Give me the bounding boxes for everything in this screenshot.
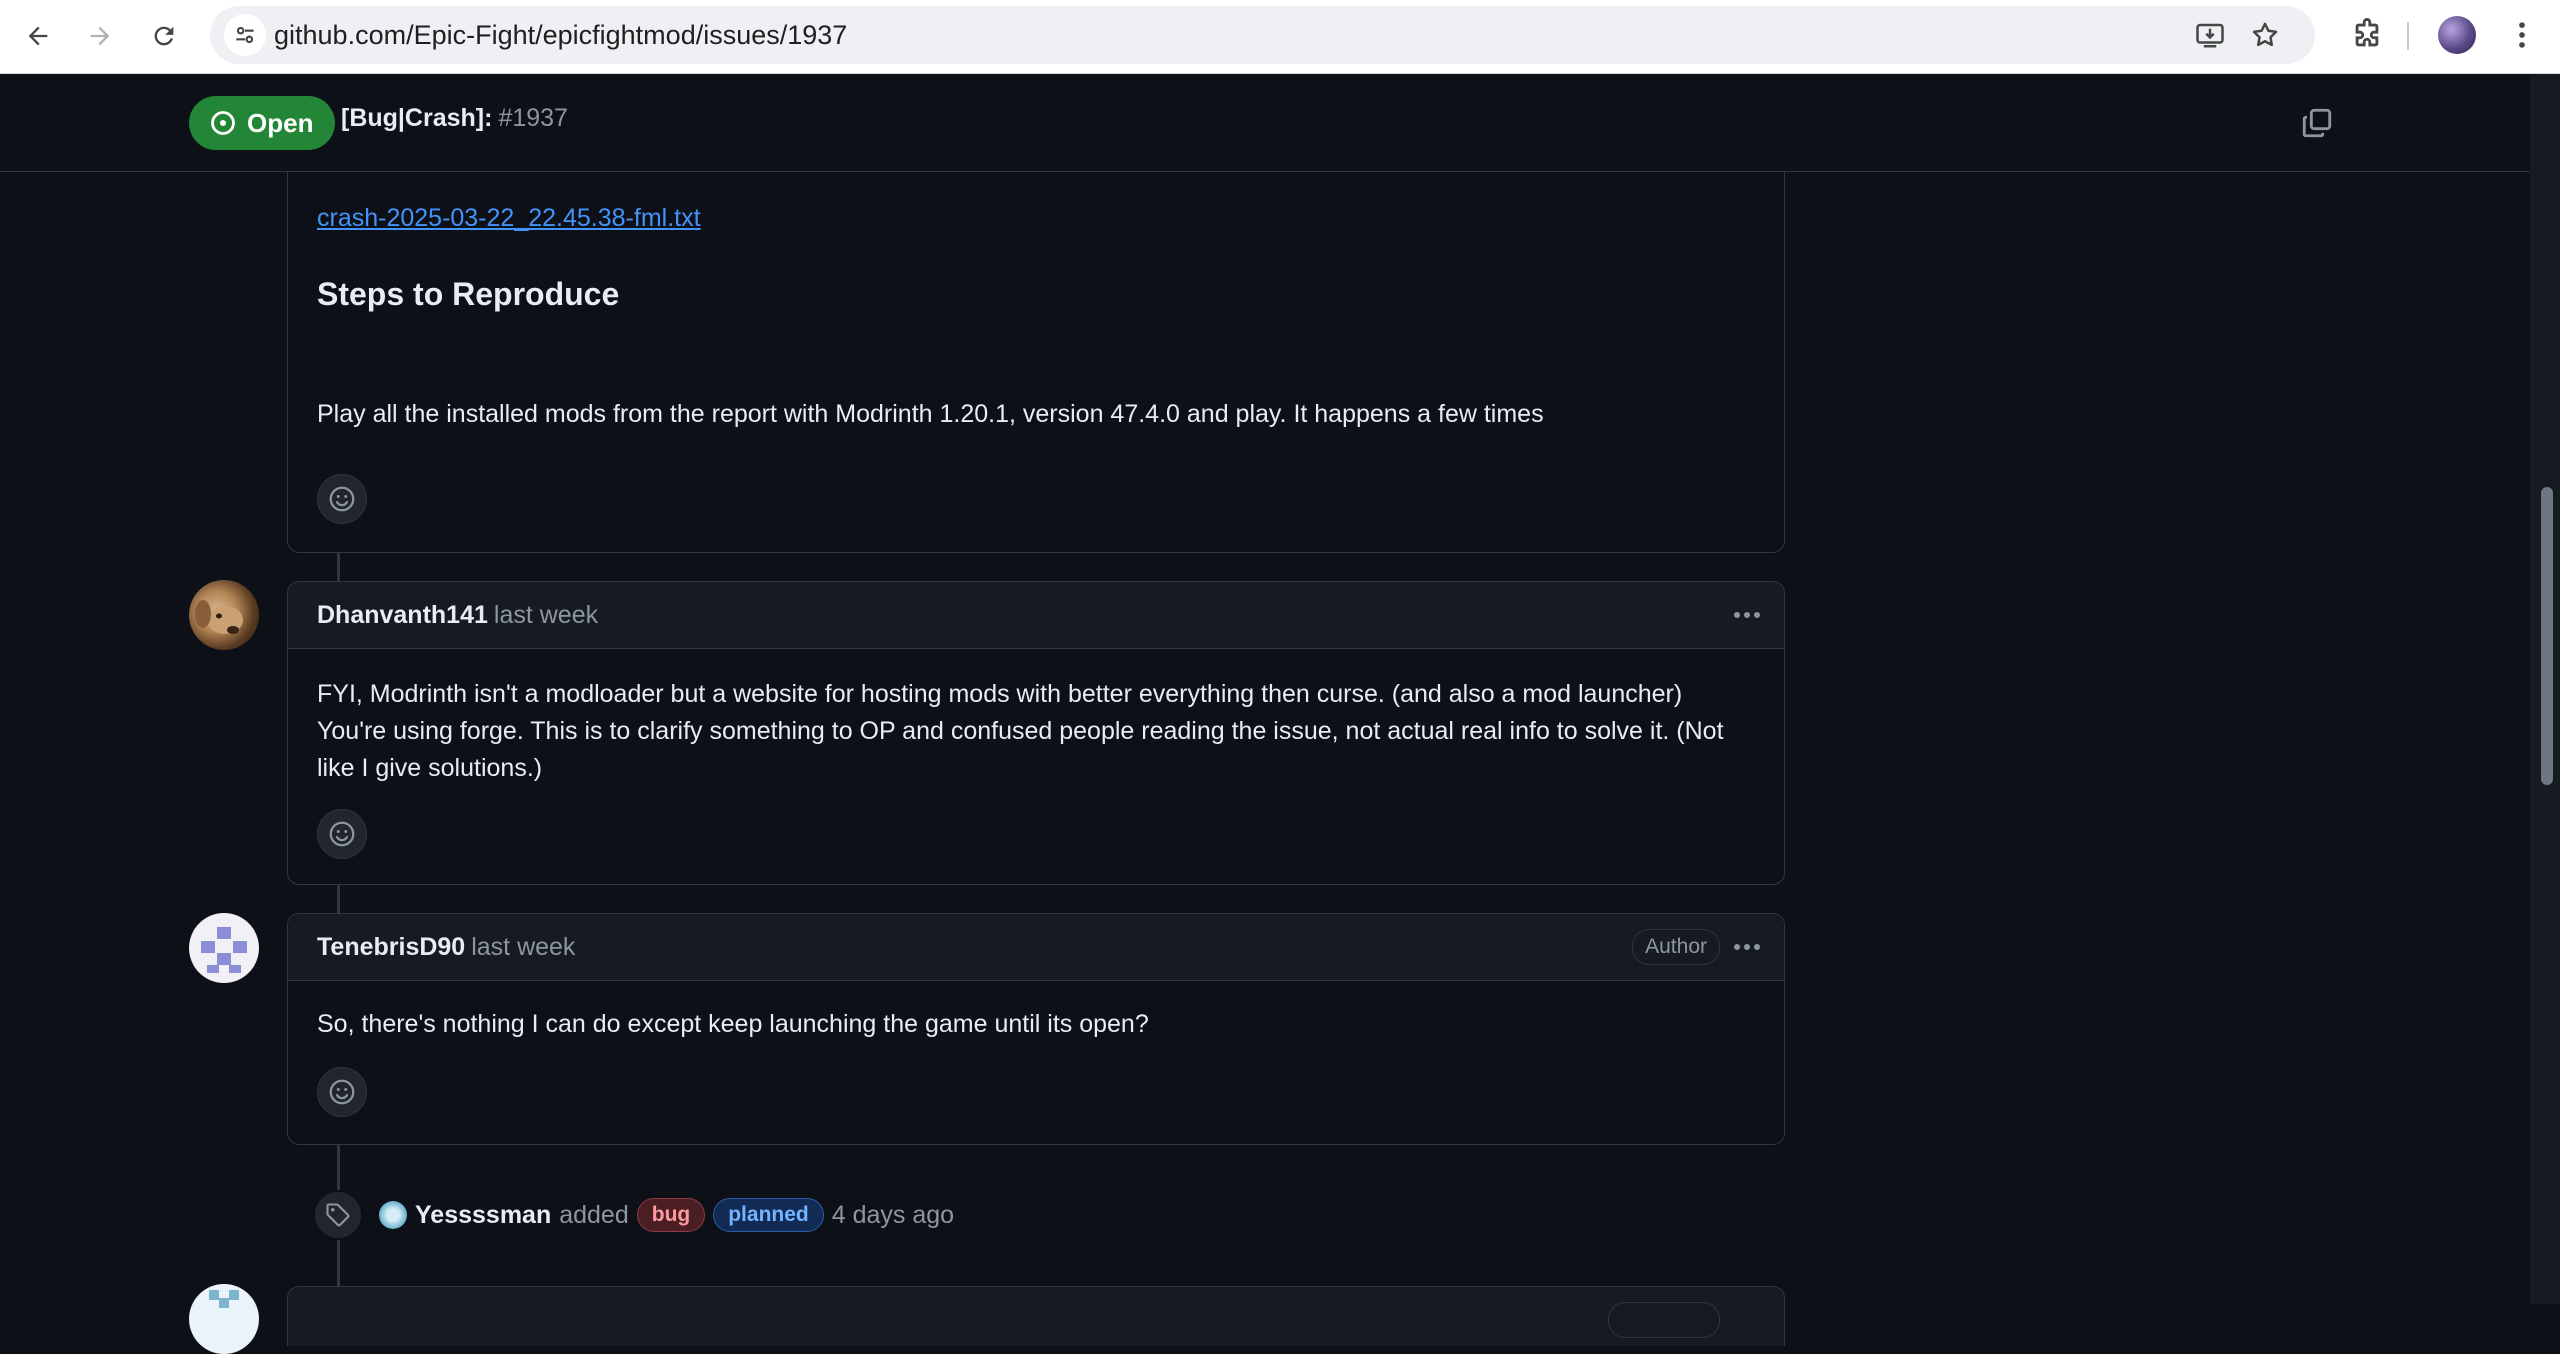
- identicon-avatar-image: [201, 927, 247, 973]
- avatar[interactable]: [189, 1284, 259, 1354]
- horizontal-dots-icon: [1734, 612, 1740, 618]
- add-reaction-button[interactable]: [317, 1067, 367, 1117]
- smiley-icon: [329, 1079, 355, 1105]
- steps-heading: Steps to Reproduce: [317, 276, 620, 312]
- comment-author-line: Dhanvanth141 last week: [317, 582, 598, 648]
- dot: [1754, 944, 1760, 950]
- label-event-badge: [313, 1190, 363, 1240]
- label-event-text: Yessssman added bug planned 4 days ago: [379, 1190, 954, 1240]
- dot: [1754, 612, 1760, 618]
- sticky-issue-header: Open [Bug|Crash]: #1937: [0, 74, 2530, 172]
- issue-open-icon: [211, 111, 235, 135]
- add-reaction-button[interactable]: [317, 809, 367, 859]
- timeline-connector: [337, 884, 340, 914]
- arrow-left-icon: [28, 26, 48, 46]
- issue-state-label: Open: [247, 107, 314, 138]
- reload-icon: [154, 26, 174, 46]
- avatar[interactable]: [189, 913, 259, 983]
- comment-line: So, there's nothing I can do except keep…: [317, 1010, 1149, 1038]
- dot: [1744, 944, 1750, 950]
- comment-author[interactable]: Dhanvanth141: [317, 601, 488, 629]
- smiley-icon: [329, 486, 355, 512]
- reload-button[interactable]: [142, 14, 186, 58]
- timeline-connector: [337, 552, 340, 582]
- comment-card: TenebrisD90 last week Author So, there's …: [287, 913, 1785, 1145]
- comment-card: Dhanvanth141 last week FYI, Modrinth isn'…: [287, 581, 1785, 885]
- comment-header: TenebrisD90 last week Author: [288, 914, 1784, 981]
- back-button[interactable]: [16, 14, 60, 58]
- snowflake-avatar-image: [209, 1290, 239, 1308]
- comment-header: Dhanvanth141 last week: [288, 582, 1784, 649]
- comment-options-button[interactable]: [1730, 931, 1764, 963]
- comment-author-line: TenebrisD90 last week: [317, 914, 575, 980]
- url-text[interactable]: github.com/Epic-Fight/epicfightmod/issue…: [274, 6, 847, 64]
- label-event: Yessssman added bug planned 4 days ago: [313, 1190, 1513, 1240]
- add-reaction-button[interactable]: [317, 474, 367, 524]
- comment-line: FYI, Modrinth isn't a modloader but a we…: [317, 680, 1683, 708]
- tune-icon: [236, 26, 254, 44]
- install-app-icon[interactable]: [2195, 20, 2225, 50]
- issue-number: #1937: [498, 104, 568, 132]
- dot: [1744, 612, 1750, 618]
- horizontal-dots-icon: [1734, 944, 1740, 950]
- comment-author[interactable]: TenebrisD90: [317, 933, 465, 961]
- comment-timestamp[interactable]: last week: [471, 933, 575, 961]
- page-scrollbar-thumb[interactable]: [2541, 487, 2553, 785]
- address-bar[interactable]: github.com/Epic-Fight/epicfightmod/issue…: [210, 6, 2315, 64]
- tag-icon: [326, 1203, 350, 1227]
- event-actor[interactable]: Yessssman: [415, 1201, 551, 1230]
- crash-log-attachment-link[interactable]: crash-2025-03-22_22.45.38-fml.txt: [317, 204, 701, 233]
- issue-title: [Bug|Crash]: #1937: [341, 104, 568, 133]
- arrow-right-icon: [90, 26, 110, 46]
- comment-body: FYI, Modrinth isn't a modloader but a we…: [317, 676, 1754, 787]
- issue-title-text: [Bug|Crash]:: [341, 104, 493, 132]
- copy-icon[interactable]: [2300, 106, 2334, 140]
- label-bug[interactable]: bug: [636, 1198, 706, 1232]
- dog-avatar-image: [195, 600, 243, 634]
- star-icon[interactable]: [2250, 20, 2280, 50]
- forward-button[interactable]: [78, 14, 122, 58]
- label-planned[interactable]: planned: [713, 1198, 824, 1232]
- comment-badge: [1608, 1302, 1720, 1338]
- comment-line: You're using forge. This is to clarify s…: [317, 717, 1724, 782]
- issue-body-comment: crash-2025-03-22_22.45.38-fml.txt Steps …: [287, 90, 1785, 553]
- toolbar-separator: [2407, 22, 2409, 50]
- event-timestamp[interactable]: 4 days ago: [832, 1201, 954, 1230]
- vertical-dots-icon[interactable]: [2505, 17, 2539, 53]
- comment-card: [287, 1286, 1785, 1346]
- comment-body: So, there's nothing I can do except keep…: [317, 1006, 1754, 1043]
- author-badge: Author: [1632, 929, 1720, 965]
- issue-state-badge: Open: [189, 96, 336, 150]
- event-action: added: [559, 1200, 629, 1229]
- actor-avatar[interactable]: [379, 1201, 407, 1229]
- steps-text: Play all the installed mods from the rep…: [317, 400, 1544, 428]
- smiley-icon: [329, 821, 355, 847]
- site-info-button[interactable]: [224, 14, 266, 56]
- comment-options-button[interactable]: [1730, 599, 1764, 631]
- comment-timestamp[interactable]: last week: [494, 601, 598, 629]
- puzzle-icon[interactable]: [2350, 18, 2384, 52]
- avatar[interactable]: [189, 580, 259, 650]
- profile-avatar[interactable]: [2438, 16, 2476, 54]
- browser-toolbar: github.com/Epic-Fight/epicfightmod/issue…: [0, 0, 2560, 74]
